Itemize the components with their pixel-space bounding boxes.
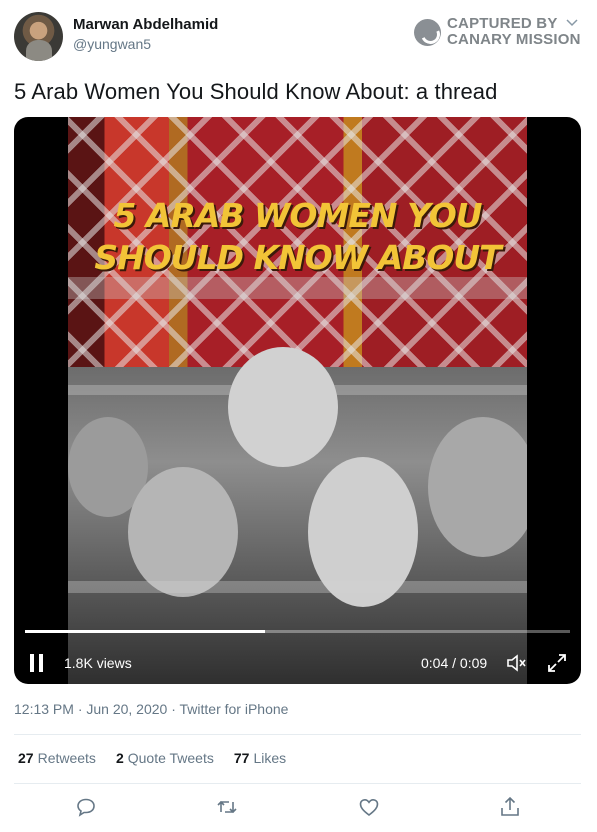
tweet-stats: 27 Retweets 2 Quote Tweets 77 Likes bbox=[18, 750, 306, 766]
video-player[interactable]: 5 ARAB WOMEN YOU SHOULD KNOW ABOUT 1.8K … bbox=[14, 117, 581, 684]
mute-icon[interactable] bbox=[505, 651, 529, 675]
tweet-actions bbox=[0, 795, 597, 821]
retweets-stat[interactable]: 27 Retweets bbox=[18, 750, 96, 766]
quote-tweets-count: 2 bbox=[115, 750, 124, 766]
video-controls: 1.8K views 0:04 / 0:09 bbox=[14, 647, 581, 677]
glitch-band bbox=[68, 277, 527, 299]
glitch-band bbox=[68, 385, 527, 395]
retweets-count: 27 bbox=[18, 750, 34, 766]
heart-icon[interactable] bbox=[357, 795, 381, 819]
glitch-band bbox=[68, 581, 527, 593]
avatar[interactable] bbox=[14, 12, 63, 61]
canary-watermark-text: CAPTURED BY CANARY MISSION bbox=[447, 16, 581, 48]
woman-figure bbox=[128, 467, 238, 597]
retweets-label: Retweets bbox=[37, 750, 96, 766]
video-frame[interactable]: 5 ARAB WOMEN YOU SHOULD KNOW ABOUT bbox=[68, 117, 527, 684]
tweet-timestamp[interactable]: 12:13 PM · Jun 20, 2020 · Twitter for iP… bbox=[14, 701, 288, 717]
chevron-down-icon[interactable] bbox=[566, 18, 578, 30]
watermark-line-1: CAPTURED BY bbox=[447, 15, 558, 32]
likes-stat[interactable]: 77 Likes bbox=[234, 750, 286, 766]
watermark-line-2: CANARY MISSION bbox=[447, 31, 581, 48]
canary-watermark: CAPTURED BY CANARY MISSION bbox=[414, 16, 581, 48]
woman-figure bbox=[428, 417, 527, 557]
divider bbox=[14, 734, 581, 735]
video-time: 0:04 / 0:09 bbox=[421, 655, 488, 671]
likes-count: 77 bbox=[233, 750, 250, 766]
quote-tweets-label: Quote Tweets bbox=[127, 750, 214, 766]
woman-figure bbox=[228, 347, 338, 467]
tweet-text: 5 Arab Women You Should Know About: a th… bbox=[14, 79, 498, 104]
author-names: Marwan Abdelhamid @yungwan5 bbox=[73, 16, 218, 52]
quote-tweets-stat[interactable]: 2 Quote Tweets bbox=[116, 750, 214, 766]
tweet-header: Marwan Abdelhamid @yungwan5 CAPTURED BY … bbox=[14, 12, 584, 62]
likes-label: Likes bbox=[253, 750, 287, 766]
video-progress-fill bbox=[25, 630, 265, 633]
reply-icon[interactable] bbox=[74, 795, 98, 819]
pause-icon[interactable] bbox=[30, 654, 44, 672]
display-name[interactable]: Marwan Abdelhamid bbox=[73, 16, 218, 33]
video-headline-line-2: SHOULD KNOW ABOUT bbox=[94, 238, 501, 277]
video-headline-line-1: 5 ARAB WOMEN YOU bbox=[113, 196, 482, 235]
canary-logo-icon bbox=[414, 18, 441, 46]
video-headline: 5 ARAB WOMEN YOU SHOULD KNOW ABOUT bbox=[68, 195, 527, 279]
retweet-icon[interactable] bbox=[215, 795, 239, 819]
user-handle[interactable]: @yungwan5 bbox=[73, 36, 218, 52]
share-icon[interactable] bbox=[498, 795, 522, 819]
video-progress-bar[interactable] bbox=[25, 630, 570, 633]
view-count: 1.8K views bbox=[64, 655, 132, 671]
divider bbox=[14, 783, 581, 784]
fullscreen-icon[interactable] bbox=[545, 651, 569, 675]
